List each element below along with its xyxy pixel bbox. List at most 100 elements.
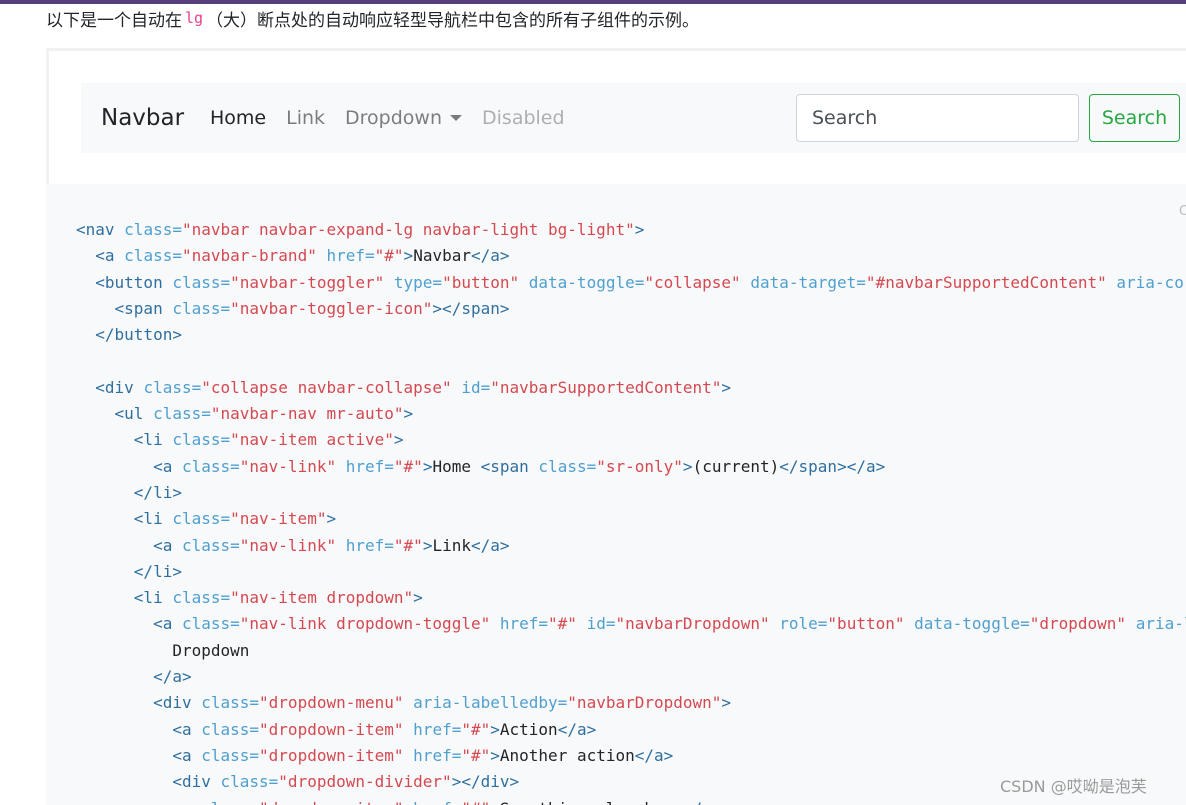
code-token: </a>	[470, 246, 510, 266]
code-token: Dropdown	[76, 640, 250, 660]
code-token: "nav-item active"	[230, 430, 394, 450]
code-line: </a>	[76, 664, 1186, 690]
code-token: aria-labelledby=	[413, 693, 568, 713]
code-token: "#"	[461, 745, 491, 765]
code-line: <div class="dropdown-menu" aria-labelled…	[76, 690, 1186, 716]
code-token: "dropdown"	[1029, 614, 1127, 634]
code-token: "nav-link dropdown-toggle"	[239, 614, 491, 634]
code-token: "#navbarSupportedContent"	[865, 272, 1107, 292]
nav-link-link[interactable]: Link	[286, 107, 325, 129]
code-token: class=	[201, 719, 260, 739]
code-token: href=	[499, 614, 549, 634]
code-token: "dropdown-item"	[259, 719, 404, 739]
code-token: data-toggle=	[528, 272, 645, 292]
intro-text: 以下是一个自动在 lg （大）断点处的自动响应轻型导航栏中包含的所有子组件的示例…	[46, 4, 699, 32]
code-token: <a	[153, 456, 182, 476]
code-token: <div	[172, 772, 221, 792]
code-token: </a>	[634, 745, 674, 765]
code-token: </a>	[470, 535, 510, 555]
code-line: <a class="navbar-brand" href="#">Navbar<…	[76, 243, 1186, 269]
code-token: "button"	[827, 614, 905, 634]
code-line: <a class="dropdown-item" href="#">Anothe…	[76, 743, 1186, 769]
code-token: href=	[413, 745, 462, 765]
code-token: </li>	[133, 561, 182, 581]
code-block: C <nav class="navbar navbar-expand-lg na…	[46, 184, 1186, 805]
code-line: <li class="nav-item">	[76, 506, 1186, 532]
code-line: <div class="collapse navbar-collapse" id…	[76, 375, 1186, 401]
navbar-example: Navbar Home Link Dropdown Disabled Searc…	[81, 83, 1186, 153]
search-input[interactable]	[796, 94, 1079, 142]
code-token: "collapse"	[644, 272, 741, 292]
code-token: "#"	[461, 799, 490, 805]
search-button[interactable]: Search	[1089, 94, 1180, 142]
code-token: </li>	[133, 482, 182, 502]
code-token: class=	[124, 220, 182, 239]
code-token: class=	[201, 693, 260, 713]
code-token: <ul	[114, 404, 154, 424]
nav-link-dropdown[interactable]: Dropdown	[345, 107, 463, 129]
watermark: CSDN @哎呦是泡芙	[1000, 777, 1147, 796]
code-line: </li>	[76, 559, 1186, 585]
code-line: <button class="navbar-toggler" type="but…	[76, 270, 1186, 296]
code-token: <li	[133, 588, 173, 608]
nav-link-home[interactable]: Home	[210, 107, 266, 129]
code-token: class=	[201, 745, 260, 765]
code-line: <a class="nav-link" href="#">Link</a>	[76, 533, 1186, 559]
code-token: id=	[461, 377, 491, 397]
code-token: </a>	[683, 799, 722, 805]
code-line: Dropdown	[76, 638, 1186, 664]
navbar-brand[interactable]: Navbar	[101, 83, 184, 153]
code-token: >	[422, 456, 433, 476]
code-token: "dropdown-item"	[259, 745, 404, 765]
code-line: <a class="nav-link" href="#">Home <span …	[76, 454, 1186, 480]
code-token: Action	[499, 719, 558, 739]
code-token: "dropdown-item"	[259, 799, 404, 805]
code-token: "nav-link"	[239, 456, 337, 476]
code-token: >	[393, 430, 404, 450]
code-token: aria-l	[1135, 614, 1186, 634]
intro-prefix: 以下是一个自动在	[46, 10, 182, 31]
code-line: </li>	[76, 480, 1186, 506]
code-token: "collapse navbar-collapse"	[201, 377, 452, 397]
code-token: <span	[480, 456, 539, 476]
code-token: </a>	[153, 667, 192, 687]
code-line: <li class="nav-item dropdown">	[76, 585, 1186, 611]
code-token: type=	[393, 272, 443, 292]
code-token: >	[682, 456, 693, 476]
code-line: <ul class="navbar-nav mr-auto">	[76, 401, 1186, 427]
code-token: >	[403, 404, 414, 424]
code-token: Link	[432, 535, 471, 555]
code-token: "#"	[461, 719, 491, 739]
code-token: href=	[413, 799, 461, 805]
code-token: Home	[432, 456, 481, 476]
code-token: >	[326, 509, 337, 529]
code-line: <a class="nav-link dropdown-toggle" href…	[76, 611, 1186, 637]
code-token: >	[490, 745, 500, 765]
code-token: >	[490, 799, 500, 805]
code-token: "nav-link"	[239, 535, 337, 555]
code-token: class=	[172, 430, 231, 450]
code-token: >	[721, 693, 732, 713]
